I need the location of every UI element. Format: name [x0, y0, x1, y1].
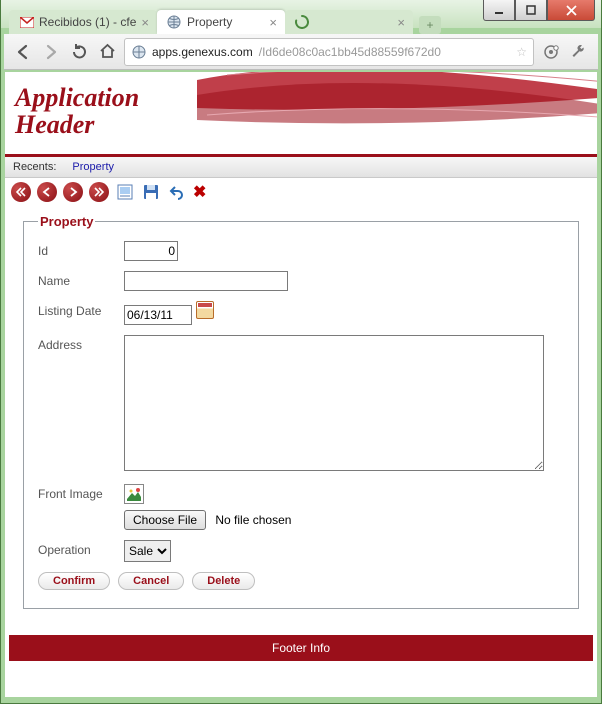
reload-button[interactable] [68, 41, 90, 63]
browser-tab-gmail[interactable]: Recibidos (1) - cfe × [9, 10, 157, 34]
label-operation: Operation [38, 540, 124, 557]
window-close-button[interactable] [547, 0, 595, 21]
app-header: Application Header [5, 72, 597, 157]
tab-title: Property [187, 15, 232, 29]
delete-button[interactable]: Delete [192, 572, 255, 590]
file-status-text: No file chosen [215, 513, 291, 527]
browser-tab-loading[interactable]: × [285, 10, 413, 34]
listing-date-input[interactable] [124, 305, 192, 325]
cancel-button[interactable]: Cancel [118, 572, 184, 590]
operation-select[interactable]: Sale [124, 540, 171, 562]
header-swoosh-graphic [197, 72, 597, 155]
next-record-button[interactable] [63, 182, 83, 202]
close-tab-icon[interactable]: × [397, 15, 405, 30]
browser-toolbar: apps.genexus.com/Id6de08c0ac1bb45d88559f… [4, 34, 598, 70]
prev-record-button[interactable] [37, 182, 57, 202]
label-address: Address [38, 335, 124, 352]
recents-bar: Recents: Property [5, 157, 597, 178]
save-button[interactable] [141, 182, 161, 202]
back-button[interactable] [12, 41, 34, 63]
bookmark-star-icon[interactable]: ☆ [516, 45, 527, 59]
address-bar[interactable]: apps.genexus.com/Id6de08c0ac1bb45d88559f… [124, 38, 534, 66]
window-maximize-button[interactable] [515, 0, 547, 21]
gmail-icon [19, 15, 34, 30]
close-tab-icon[interactable]: × [141, 15, 149, 30]
app-title: Application Header [15, 84, 139, 139]
label-name: Name [38, 271, 124, 288]
property-fieldset: Property Id Name Listing Date Addres [23, 214, 579, 609]
record-toolbar: ✖ [5, 178, 597, 206]
delete-x-button[interactable]: ✖ [193, 182, 206, 202]
name-input[interactable] [124, 271, 288, 291]
id-input[interactable] [124, 241, 178, 261]
url-host: apps.genexus.com [152, 45, 253, 59]
choose-file-button[interactable]: Choose File [124, 510, 206, 530]
new-tab-button[interactable]: + [419, 16, 441, 34]
image-placeholder-icon [124, 484, 144, 504]
wrench-icon[interactable] [568, 41, 590, 63]
window-minimize-button[interactable] [483, 0, 515, 21]
confirm-button[interactable]: Confirm [38, 572, 110, 590]
extension-icon[interactable] [540, 41, 562, 63]
address-textarea[interactable] [124, 335, 544, 471]
recents-label: Recents: [13, 161, 56, 173]
calendar-icon[interactable] [196, 301, 214, 319]
footer-bar: Footer Info [9, 635, 593, 661]
undo-button[interactable] [167, 182, 187, 202]
recents-link-property[interactable]: Property [72, 161, 114, 173]
close-tab-icon[interactable]: × [269, 15, 277, 30]
label-listing-date: Listing Date [38, 301, 124, 318]
home-button[interactable] [96, 41, 118, 63]
url-path: /Id6de08c0ac1bb45d88559f672d0 [259, 45, 441, 59]
fieldset-legend: Property [38, 214, 95, 229]
tab-title: Recibidos (1) - cfe [39, 15, 136, 29]
label-front-image: Front Image [38, 484, 124, 501]
browser-tabbar: Recibidos (1) - cfe × Property × × + [9, 8, 491, 34]
first-record-button[interactable] [11, 182, 31, 202]
browser-tab-property[interactable]: Property × [157, 10, 285, 34]
label-id: Id [38, 241, 124, 258]
globe-icon [167, 15, 182, 30]
select-button[interactable] [115, 182, 135, 202]
forward-button[interactable] [40, 41, 62, 63]
site-globe-icon [131, 44, 146, 59]
last-record-button[interactable] [89, 182, 109, 202]
spinner-icon [295, 15, 310, 30]
